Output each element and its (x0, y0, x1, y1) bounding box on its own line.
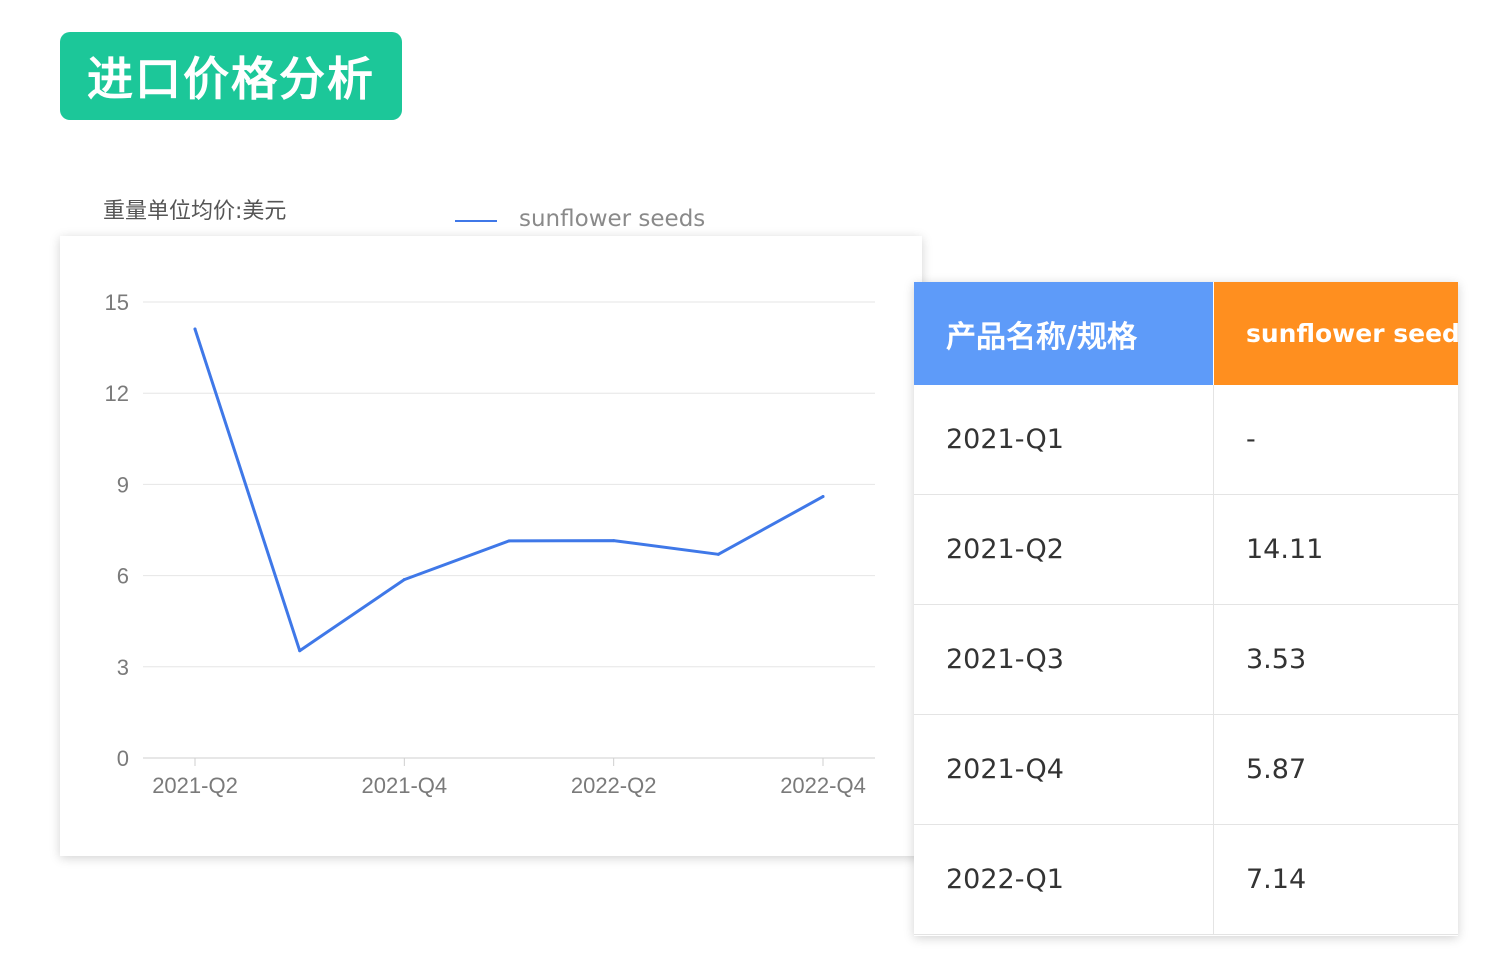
row-period: 2022-Q1 (914, 824, 1214, 935)
x-tick-label: 2021-Q4 (362, 773, 448, 798)
table-row: 2021-Q1 - (914, 385, 1458, 495)
chart-card: 0 3 6 9 12 15 2021-Q2 2021-Q4 2022-Q2 2022-Q4 (60, 236, 922, 856)
legend-line-swatch (455, 220, 497, 222)
price-table-card: 产品名称/规格 sunflower seeds 2021-Q1 - 2021-Q… (914, 282, 1458, 936)
row-price: 3.53 (1213, 604, 1458, 715)
page-title: 进口价格分析 (60, 32, 402, 120)
series-layer (193, 327, 825, 653)
y-tick-label: 6 (117, 564, 129, 589)
table-row: 2021-Q2 14.11 (914, 494, 1458, 605)
row-period: 2021-Q3 (914, 604, 1214, 715)
row-price: 5.87 (1213, 714, 1458, 825)
chart-legend: sunflower seeds (455, 206, 705, 232)
header-sunflower-seeds: sunflower seeds (1213, 282, 1458, 385)
data-point (507, 539, 511, 543)
row-price: 7.14 (1213, 824, 1458, 935)
y-axis-label: 重量单位均价:美元 (103, 199, 287, 224)
table-header-row: 产品名称/规格 sunflower seeds (914, 282, 1458, 385)
y-tick-label: 0 (117, 746, 129, 771)
x-axis-ticks: 2021-Q2 2021-Q4 2022-Q2 2022-Q4 (152, 758, 866, 798)
row-period: 2021-Q4 (914, 714, 1214, 825)
data-point (402, 578, 406, 582)
y-axis-ticks: 0 3 6 9 12 15 (105, 290, 129, 771)
price-table: 产品名称/规格 sunflower seeds 2021-Q1 - 2021-Q… (914, 282, 1458, 935)
y-tick-label: 9 (117, 472, 129, 497)
y-tick-label: 3 (117, 655, 129, 680)
x-tick-label: 2021-Q2 (152, 773, 238, 798)
data-point (612, 539, 616, 543)
series-line (193, 327, 825, 653)
x-tick-label: 2022-Q4 (780, 773, 866, 798)
row-price: 14.11 (1213, 494, 1458, 605)
row-period: 2021-Q2 (914, 494, 1214, 605)
row-period: 2021-Q1 (914, 385, 1214, 495)
y-tick-label: 12 (105, 381, 129, 406)
line-chart: 0 3 6 9 12 15 2021-Q2 2021-Q4 2022-Q2 2022-Q4 (105, 290, 875, 798)
data-point (821, 495, 825, 499)
row-price: - (1213, 385, 1458, 495)
data-point (193, 327, 197, 331)
data-point (716, 552, 720, 556)
header-product-name: 产品名称/规格 (914, 282, 1214, 385)
x-tick-label: 2022-Q2 (571, 773, 657, 798)
table-row: 2022-Q1 7.14 (914, 824, 1458, 935)
table-row: 2021-Q4 5.87 (914, 714, 1458, 825)
y-tick-label: 15 (105, 290, 129, 315)
data-point (298, 649, 302, 653)
table-row: 2021-Q3 3.53 (914, 604, 1458, 715)
legend-label: sunflower seeds (519, 206, 706, 232)
